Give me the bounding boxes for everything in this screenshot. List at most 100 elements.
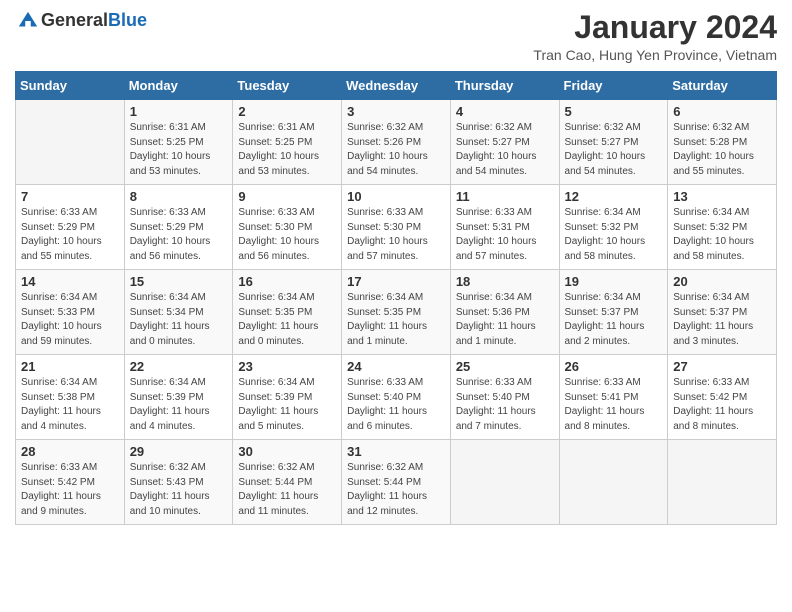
calendar-week-row: 21 Sunrise: 6:34 AMSunset: 5:38 PMDayligh… — [16, 355, 777, 440]
day-number: 1 — [130, 104, 228, 119]
day-info: Sunrise: 6:33 AMSunset: 5:41 PMDaylight:… — [565, 376, 663, 434]
calendar-cell: 10 Sunrise: 6:33 AMSunset: 5:30 PMDayligh… — [342, 185, 451, 270]
weekday-header-saturday: Saturday — [668, 72, 777, 100]
calendar-cell: 12Sunrise: 6:34 AMSunset: 5:32 PMDayligh… — [559, 185, 668, 270]
day-info: Sunrise: 6:34 AMSunset: 5:37 PMDaylight:… — [565, 291, 663, 349]
weekday-header-tuesday: Tuesday — [233, 72, 342, 100]
weekday-header-friday: Friday — [559, 72, 668, 100]
day-number: 16 — [238, 274, 336, 289]
location-text: Tran Cao, Hung Yen Province, Vietnam — [533, 47, 777, 63]
day-number: 18 — [456, 274, 554, 289]
day-number: 13 — [673, 189, 771, 204]
calendar-cell: 1Sunrise: 6:31 AMSunset: 5:25 PMDaylight… — [124, 100, 233, 185]
day-info: Sunrise: 6:33 AMSunset: 5:42 PMDaylight:… — [673, 376, 771, 434]
day-info: Sunrise: 6:33 AMSunset: 5:29 PMDaylight:… — [130, 206, 228, 264]
day-number: 31 — [347, 444, 445, 459]
calendar-cell: 19 Sunrise: 6:34 AMSunset: 5:37 PMDayligh… — [559, 270, 668, 355]
day-number: 20 — [673, 274, 771, 289]
calendar-cell: 20 Sunrise: 6:34 AMSunset: 5:37 PMDayligh… — [668, 270, 777, 355]
calendar-week-row: 1 Sunrise: 6:31 AMSunset: 5:25 PMDaylight… — [16, 100, 777, 185]
calendar-cell: 28 Sunrise: 6:33 AMSunset: 5:42 PMDayligh… — [16, 440, 125, 525]
calendar-cell: 15Sunrise: 6:34 AMSunset: 5:34 PMDayligh… — [124, 270, 233, 355]
day-number: 21 — [21, 359, 119, 374]
calendar-cell: 9 Sunrise: 6:33 AMSunset: 5:30 PMDaylight… — [233, 185, 342, 270]
day-info: Sunrise: 6:32 AMSunset: 5:27 PMDaylight:… — [565, 121, 663, 179]
day-info: Sunrise: 6:32 AMSunset: 5:43 PMDaylight:… — [130, 461, 228, 519]
calendar-cell: 31 Sunrise: 6:32 AMSunset: 5:44 PMDayligh… — [342, 440, 451, 525]
calendar-cell: 18 Sunrise: 6:34 AMSunset: 5:36 PMDayligh… — [450, 270, 559, 355]
calendar-cell: 25Sunrise: 6:33 AMSunset: 5:40 PMDayligh… — [450, 355, 559, 440]
calendar-cell: 8 Sunrise: 6:33 AMSunset: 5:29 PMDaylight… — [124, 185, 233, 270]
calendar-cell: 14Sunrise: 6:34 AMSunset: 5:33 PMDayligh… — [16, 270, 125, 355]
day-info: Sunrise: 6:34 AMSunset: 5:35 PMDaylight:… — [238, 291, 336, 349]
weekday-header-wednesday: Wednesday — [342, 72, 451, 100]
day-info: Sunrise: 6:34 AMSunset: 5:37 PMDaylight:… — [673, 291, 771, 349]
day-number: 8 — [130, 189, 228, 204]
day-number: 9 — [238, 189, 336, 204]
day-info: Sunrise: 6:34 AMSunset: 5:39 PMDaylight:… — [130, 376, 228, 434]
page-header: General Blue January 2024 Tran Cao, Hung… — [15, 10, 777, 63]
day-info: Sunrise: 6:32 AMSunset: 5:26 PMDaylight:… — [347, 121, 445, 179]
day-info: Sunrise: 6:33 AMSunset: 5:30 PMDaylight:… — [347, 206, 445, 264]
day-info: Sunrise: 6:32 AMSunset: 5:28 PMDaylight:… — [673, 121, 771, 179]
day-number: 28 — [21, 444, 119, 459]
calendar-cell — [559, 440, 668, 525]
calendar-cell: 13 Sunrise: 6:34 AMSunset: 5:32 PMDayligh… — [668, 185, 777, 270]
day-number: 5 — [565, 104, 663, 119]
day-number: 22 — [130, 359, 228, 374]
day-number: 7 — [21, 189, 119, 204]
day-info: Sunrise: 6:34 AMSunset: 5:39 PMDaylight:… — [238, 376, 336, 434]
day-info: Sunrise: 6:32 AMSunset: 5:27 PMDaylight:… — [456, 121, 554, 179]
day-info: Sunrise: 6:34 AMSunset: 5:33 PMDaylight:… — [21, 291, 119, 349]
day-number: 27 — [673, 359, 771, 374]
day-number: 17 — [347, 274, 445, 289]
calendar-cell: 7 Sunrise: 6:33 AMSunset: 5:29 PMDaylight… — [16, 185, 125, 270]
day-info: Sunrise: 6:33 AMSunset: 5:42 PMDaylight:… — [21, 461, 119, 519]
calendar-cell: 4 Sunrise: 6:32 AMSunset: 5:27 PMDaylight… — [450, 100, 559, 185]
day-number: 4 — [456, 104, 554, 119]
day-info: Sunrise: 6:33 AMSunset: 5:40 PMDaylight:… — [456, 376, 554, 434]
weekday-header-sunday: Sunday — [16, 72, 125, 100]
calendar-week-row: 14Sunrise: 6:34 AMSunset: 5:33 PMDayligh… — [16, 270, 777, 355]
day-number: 19 — [565, 274, 663, 289]
day-info: Sunrise: 6:34 AMSunset: 5:36 PMDaylight:… — [456, 291, 554, 349]
calendar-cell: 21 Sunrise: 6:34 AMSunset: 5:38 PMDayligh… — [16, 355, 125, 440]
calendar-cell: 17 Sunrise: 6:34 AMSunset: 5:35 PMDayligh… — [342, 270, 451, 355]
day-info: Sunrise: 6:34 AMSunset: 5:32 PMDaylight:… — [673, 206, 771, 264]
calendar-cell: 23Sunrise: 6:34 AMSunset: 5:39 PMDayligh… — [233, 355, 342, 440]
day-info: Sunrise: 6:32 AMSunset: 5:44 PMDaylight:… — [238, 461, 336, 519]
calendar-cell — [16, 100, 125, 185]
logo: General Blue — [15, 10, 147, 32]
day-info: Sunrise: 6:34 AMSunset: 5:35 PMDaylight:… — [347, 291, 445, 349]
day-info: Sunrise: 6:33 AMSunset: 5:30 PMDaylight:… — [238, 206, 336, 264]
title-block: January 2024 Tran Cao, Hung Yen Province… — [533, 10, 777, 63]
day-info: Sunrise: 6:33 AMSunset: 5:31 PMDaylight:… — [456, 206, 554, 264]
day-number: 30 — [238, 444, 336, 459]
day-info: Sunrise: 6:33 AMSunset: 5:40 PMDaylight:… — [347, 376, 445, 434]
day-number: 6 — [673, 104, 771, 119]
calendar-cell: 5 Sunrise: 6:32 AMSunset: 5:27 PMDaylight… — [559, 100, 668, 185]
calendar-table: SundayMondayTuesdayWednesdayThursdayFrid… — [15, 71, 777, 525]
day-info: Sunrise: 6:34 AMSunset: 5:38 PMDaylight:… — [21, 376, 119, 434]
day-info: Sunrise: 6:34 AMSunset: 5:32 PMDaylight:… — [565, 206, 663, 264]
weekday-header-monday: Monday — [124, 72, 233, 100]
day-info: Sunrise: 6:34 AMSunset: 5:34 PMDaylight:… — [130, 291, 228, 349]
calendar-cell: 29Sunrise: 6:32 AMSunset: 5:43 PMDayligh… — [124, 440, 233, 525]
calendar-cell: 26Sunrise: 6:33 AMSunset: 5:41 PMDayligh… — [559, 355, 668, 440]
calendar-cell: 30 Sunrise: 6:32 AMSunset: 5:44 PMDayligh… — [233, 440, 342, 525]
calendar-cell: 22 Sunrise: 6:34 AMSunset: 5:39 PMDayligh… — [124, 355, 233, 440]
calendar-week-row: 7 Sunrise: 6:33 AMSunset: 5:29 PMDaylight… — [16, 185, 777, 270]
calendar-cell — [450, 440, 559, 525]
weekday-header-row: SundayMondayTuesdayWednesdayThursdayFrid… — [16, 72, 777, 100]
calendar-cell: 3 Sunrise: 6:32 AMSunset: 5:26 PMDaylight… — [342, 100, 451, 185]
day-info: Sunrise: 6:31 AMSunset: 5:25 PMDaylight:… — [238, 121, 336, 179]
day-info: Sunrise: 6:33 AMSunset: 5:29 PMDaylight:… — [21, 206, 119, 264]
day-info: Sunrise: 6:32 AMSunset: 5:44 PMDaylight:… — [347, 461, 445, 519]
day-number: 2 — [238, 104, 336, 119]
day-number: 10 — [347, 189, 445, 204]
calendar-week-row: 28 Sunrise: 6:33 AMSunset: 5:42 PMDayligh… — [16, 440, 777, 525]
calendar-cell: 16 Sunrise: 6:34 AMSunset: 5:35 PMDayligh… — [233, 270, 342, 355]
calendar-cell: 11Sunrise: 6:33 AMSunset: 5:31 PMDayligh… — [450, 185, 559, 270]
calendar-cell: 27 Sunrise: 6:33 AMSunset: 5:42 PMDayligh… — [668, 355, 777, 440]
day-number: 3 — [347, 104, 445, 119]
